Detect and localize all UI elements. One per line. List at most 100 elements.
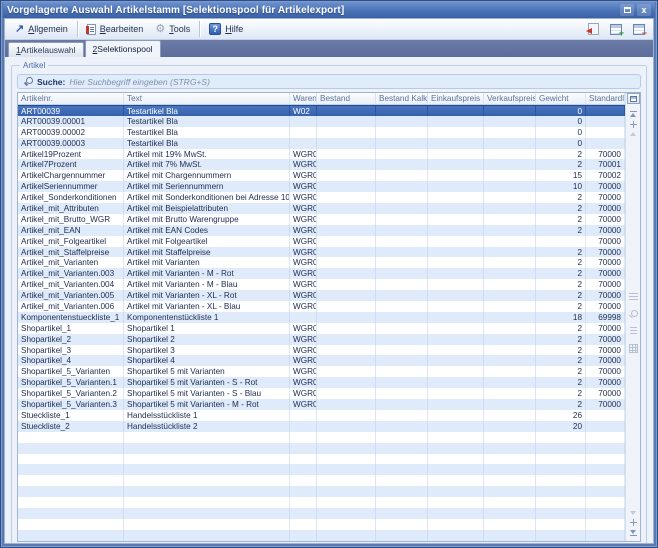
cell-verkaufspreis: [484, 388, 536, 399]
table-row[interactable]: Artikel_mit_AttributenArtikel mit Beispi…: [18, 203, 625, 214]
menu-item-allgemein[interactable]: ↗Allgemein: [9, 19, 74, 39]
table-row[interactable]: ArtikelSeriennummerArtikel mit Seriennum…: [18, 181, 625, 192]
cell-artikelnr: Shopartikel_2: [18, 334, 124, 345]
table-row[interactable]: [18, 443, 625, 454]
scroll-down-icon[interactable]: [630, 511, 636, 515]
scroll-to-bottom-icon[interactable]: [630, 530, 637, 537]
table-row[interactable]: Artikel_mit_Brutto_WGRArtikel mit Brutto…: [18, 214, 625, 225]
cell-wareng: [290, 497, 317, 508]
column-chooser-button[interactable]: [627, 93, 640, 104]
table-row[interactable]: ART00039.00003Testartikel Bla0: [18, 138, 625, 149]
column-header-standardlief[interactable]: Standardlief: [586, 93, 625, 104]
table-row[interactable]: Shopartikel_5_VariantenShopartikel 5 mit…: [18, 366, 625, 377]
table-row[interactable]: Shopartikel_5_Varianten.1Shopartikel 5 m…: [18, 377, 625, 388]
cell-artikelnr: Shopartikel_4: [18, 355, 124, 366]
scroll-to-top-icon[interactable]: [630, 110, 637, 117]
export-button[interactable]: [583, 20, 603, 38]
table-row[interactable]: ArtikelChargennummerArtikel mit Chargenn…: [18, 170, 625, 181]
cell-bestand_kalk: [376, 519, 428, 530]
remove-from-pool-button[interactable]: −: [629, 20, 649, 38]
table-row[interactable]: Komponentenstueckliste_1Komponentenstück…: [18, 312, 625, 323]
step-down-icon[interactable]: [630, 519, 637, 526]
cell-einkaufspreis: [428, 323, 484, 334]
grid-icon[interactable]: [629, 344, 638, 353]
table-row[interactable]: Stueckliste_2Handelsstückliste 220: [18, 421, 625, 432]
cell-text: Artikel mit Varianten - M - Rot: [124, 268, 290, 279]
list-icon[interactable]: [629, 293, 638, 302]
cell-einkaufspreis: [428, 399, 484, 410]
cell-bestand_kalk: [376, 355, 428, 366]
tab-artikelauswahl[interactable]: 1 Artikelauswahl: [8, 42, 84, 57]
column-header-verkaufspreis[interactable]: Verkaufspreis: [484, 93, 536, 104]
grid-scroll-strip[interactable]: [625, 93, 640, 541]
column-header-artikelnr[interactable]: Artikelnr.: [18, 93, 124, 104]
column-header-einkaufspreis[interactable]: Einkaufspreis: [428, 93, 484, 104]
text-icon[interactable]: [630, 327, 637, 336]
table-row[interactable]: [18, 454, 625, 465]
toolbar-separator: [199, 21, 200, 37]
table-row[interactable]: Artikel_SonderkonditionenArtikel mit Son…: [18, 192, 625, 203]
table-row[interactable]: Artikel_mit_StaffelpreiseArtikel mit Sta…: [18, 247, 625, 258]
cell-standardlief: [586, 508, 625, 519]
plus-icon: +: [619, 29, 624, 38]
scroll-up-icon[interactable]: [630, 132, 636, 136]
cell-gewicht: 2: [536, 214, 586, 225]
cell-bestand: [317, 127, 376, 138]
strip-top: [630, 108, 637, 138]
table-row[interactable]: Shopartikel_3Shopartikel 3WGR01270000: [18, 345, 625, 356]
table-row[interactable]: ART00039Testartikel BlaW020: [18, 105, 625, 116]
table-row[interactable]: Shopartikel_1Shopartikel 1WGR01270000: [18, 323, 625, 334]
table-row[interactable]: ART00039.00001Testartikel Bla0: [18, 116, 625, 127]
cell-einkaufspreis: [428, 334, 484, 345]
table-row[interactable]: Artikel_mit_VariantenArtikel mit Variant…: [18, 257, 625, 268]
search-input[interactable]: Hier Suchbegriff eingeben (STRG+S): [69, 77, 210, 87]
cell-text: Komponentenstückliste 1: [124, 312, 290, 323]
table-row[interactable]: Artikel7ProzentArtikel mit 7% MwSt.WGR02…: [18, 159, 625, 170]
table-row[interactable]: Artikel_mit_Varianten.005Artikel mit Var…: [18, 290, 625, 301]
table-row[interactable]: [18, 508, 625, 519]
column-header-bestand_kalk[interactable]: Bestand Kalk.: [376, 93, 428, 104]
table-row[interactable]: Shopartikel_2Shopartikel 2WGR01270000: [18, 334, 625, 345]
close-button[interactable]: x: [637, 4, 651, 16]
table-row[interactable]: Artikel_mit_FolgeartikelArtikel mit Folg…: [18, 236, 625, 247]
table-row[interactable]: [18, 464, 625, 475]
cell-bestand_kalk: [376, 290, 428, 301]
cell-gewicht: [536, 508, 586, 519]
table-row[interactable]: Artikel19ProzentArtikel mit 19% MwSt.WGR…: [18, 149, 625, 160]
tab-selektionspool[interactable]: 2 Selektionspool: [85, 40, 161, 57]
cell-bestand: [317, 334, 376, 345]
table-row[interactable]: Shopartikel_5_Varianten.3Shopartikel 5 m…: [18, 399, 625, 410]
cell-wareng: [290, 432, 317, 443]
cell-einkaufspreis: [428, 192, 484, 203]
step-up-icon[interactable]: [630, 121, 637, 128]
table-row[interactable]: Artikel_mit_Varianten.003Artikel mit Var…: [18, 268, 625, 279]
table-row[interactable]: Artikel_mit_EANArtikel mit EAN CodesWGR0…: [18, 225, 625, 236]
table-row[interactable]: ART00039.00002Testartikel Bla0: [18, 127, 625, 138]
table-row[interactable]: [18, 475, 625, 486]
table-row[interactable]: Stueckliste_1Handelsstückliste 126: [18, 410, 625, 421]
table-row[interactable]: Artikel_mit_Varianten.004Artikel mit Var…: [18, 279, 625, 290]
table-row[interactable]: [18, 486, 625, 497]
menu-item-hilfe[interactable]: ?Hilfe: [203, 19, 249, 39]
search-bar[interactable]: Suche: Hier Suchbegriff eingeben (STRG+S…: [17, 74, 641, 89]
table-row[interactable]: [18, 432, 625, 443]
cell-text: Shopartikel 5 mit Varianten - S - Rot: [124, 377, 290, 388]
table-row[interactable]: [18, 519, 625, 530]
cell-einkaufspreis: [428, 508, 484, 519]
cell-text: Artikel mit Staffelpreise: [124, 247, 290, 258]
menu-item-bearbeiten[interactable]: Bearbeiten: [81, 19, 150, 39]
column-header-text[interactable]: Text: [124, 93, 290, 104]
table-row[interactable]: [18, 497, 625, 508]
cell-standardlief: [586, 497, 625, 508]
search-icon[interactable]: [629, 310, 638, 319]
column-header-bestand[interactable]: Bestand: [317, 93, 376, 104]
restore-button[interactable]: [620, 4, 634, 16]
column-header-gewicht[interactable]: Gewicht: [536, 93, 586, 104]
table-row[interactable]: [18, 530, 625, 541]
table-row[interactable]: Shopartikel_5_Varianten.2Shopartikel 5 m…: [18, 388, 625, 399]
menu-item-tools[interactable]: ⚙Tools: [149, 19, 196, 39]
add-to-pool-button[interactable]: +: [606, 20, 626, 38]
column-header-wareng[interactable]: Wareng: [290, 93, 317, 104]
table-row[interactable]: Shopartikel_4Shopartikel 4WGR01270000: [18, 355, 625, 366]
table-row[interactable]: Artikel_mit_Varianten.006Artikel mit Var…: [18, 301, 625, 312]
